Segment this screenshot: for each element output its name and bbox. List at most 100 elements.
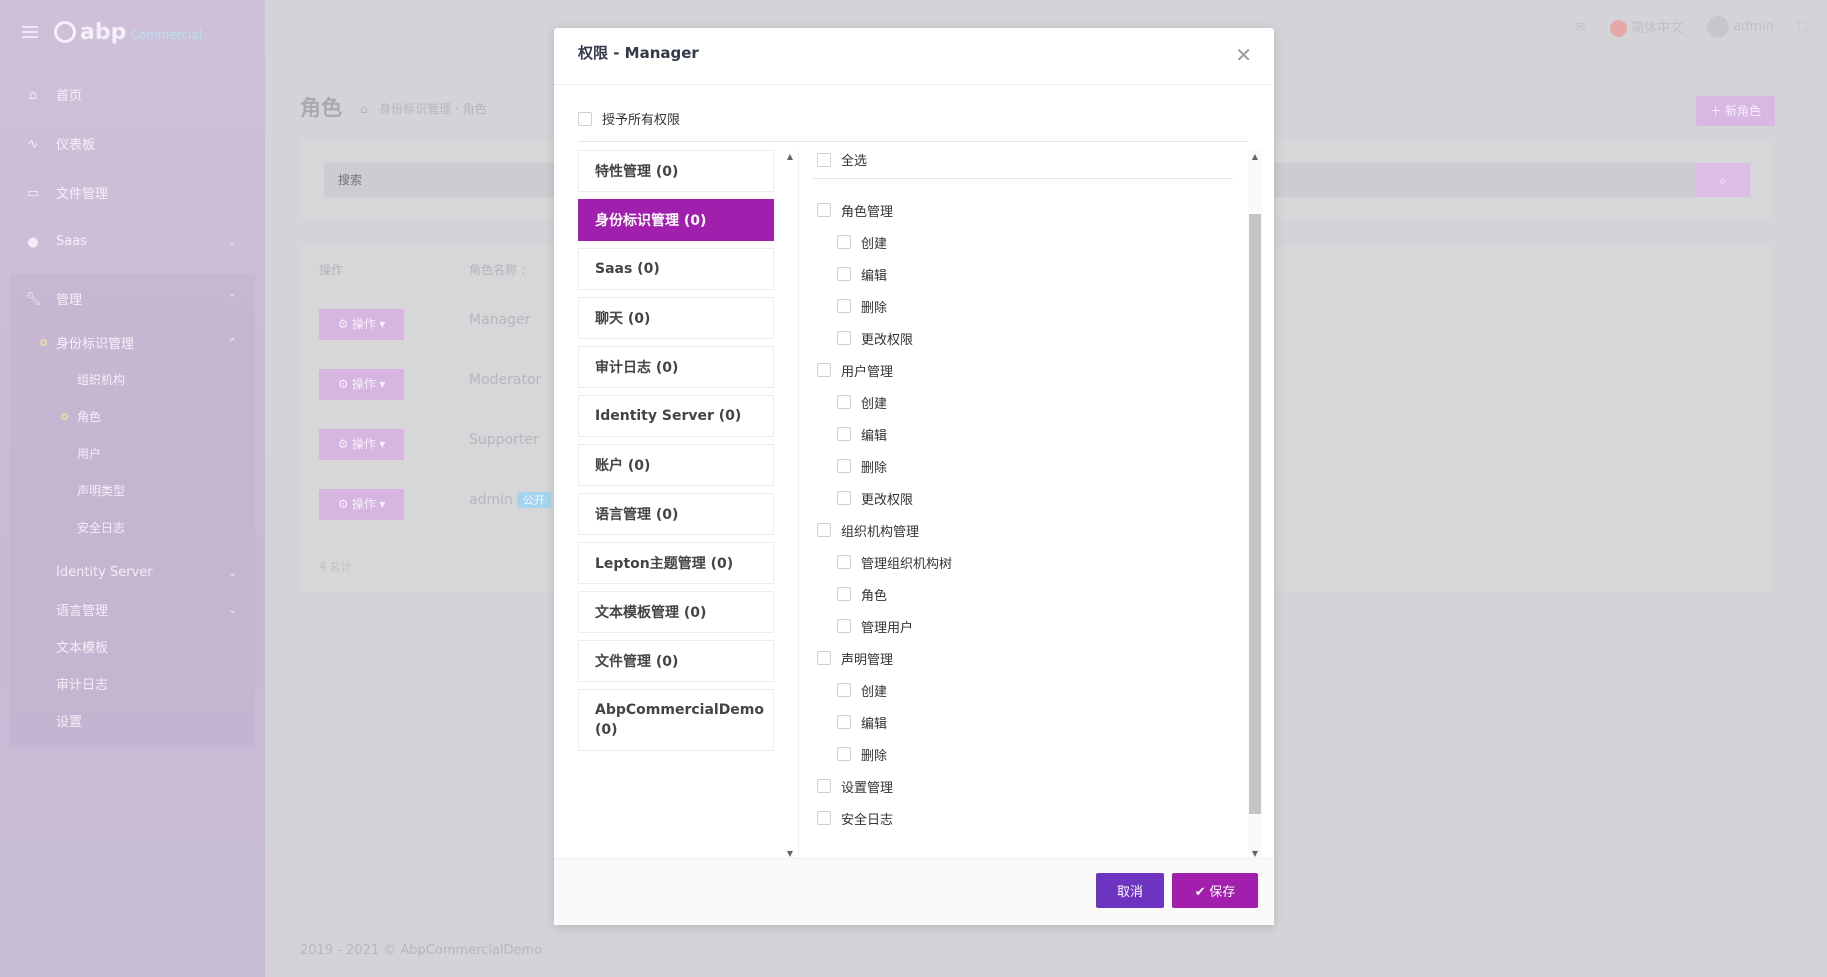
actions-dropdown-button[interactable]: ⚙ 操作 ▾	[319, 369, 404, 400]
permission-checkbox[interactable]	[837, 459, 851, 473]
search-button[interactable]: ⌕	[1696, 163, 1750, 197]
permission-child-item[interactable]: 创建	[817, 226, 952, 258]
save-label: 保存	[1209, 884, 1236, 899]
group-lepton-theme[interactable]: Lepton主题管理 (0)	[578, 542, 774, 584]
permission-checkbox[interactable]	[837, 331, 851, 345]
permission-checkbox[interactable]	[837, 235, 851, 249]
scrollbar-thumb[interactable]	[1249, 214, 1261, 814]
column-header-role-name[interactable]: 角色名称 :	[469, 261, 525, 278]
permission-checkbox[interactable]	[817, 651, 831, 665]
permission-checkbox[interactable]	[817, 363, 831, 377]
scroll-down-icon[interactable]: ▼	[1248, 849, 1262, 858]
permission-child-item[interactable]: 编辑	[817, 418, 952, 450]
select-all[interactable]: 全选	[817, 150, 867, 169]
actions-dropdown-button[interactable]: ⚙ 操作 ▾	[319, 429, 404, 460]
scroll-up-icon[interactable]: ▲	[784, 152, 796, 161]
scroll-down-icon[interactable]: ▼	[784, 849, 796, 858]
permission-child-item[interactable]: 删除	[817, 738, 952, 770]
permission-checkbox[interactable]	[837, 427, 851, 441]
groups-scrollbar[interactable]: ▲ ▼	[784, 150, 796, 860]
menu-toggle-icon[interactable]	[22, 26, 38, 38]
group-saas[interactable]: Saas (0)	[578, 248, 774, 290]
sidebar-item-text-templates[interactable]: 文本模板	[10, 628, 255, 665]
permission-checkbox[interactable]	[817, 779, 831, 793]
permission-checkbox[interactable]	[817, 523, 831, 537]
permission-label: 创建	[861, 396, 888, 412]
group-language-management[interactable]: 语言管理 (0)	[578, 493, 774, 535]
permission-checkbox[interactable]	[817, 203, 831, 217]
permission-child-item[interactable]: 删除	[817, 450, 952, 482]
group-feature-management[interactable]: 特性管理 (0)	[578, 150, 774, 192]
gear-icon: ⚙	[337, 437, 349, 451]
permission-child-item[interactable]: 角色	[817, 578, 952, 610]
sidebar-item-dashboard[interactable]: ∿ 仪表板	[10, 119, 255, 168]
permission-checkbox[interactable]	[817, 811, 831, 825]
sidebar-item-identity[interactable]: 身份标识管理 ⌃	[10, 323, 255, 361]
permission-checkbox[interactable]	[837, 747, 851, 761]
sidebar-item-security-logs[interactable]: 安全日志	[10, 509, 255, 546]
permission-child-item[interactable]: 创建	[817, 386, 952, 418]
permission-checkbox[interactable]	[837, 715, 851, 729]
select-all-checkbox[interactable]	[817, 152, 831, 167]
permission-parent-item[interactable]: 声明管理	[817, 642, 952, 674]
sidebar-item-identity-server[interactable]: Identity Server ⌄	[10, 554, 255, 591]
permission-checkbox[interactable]	[837, 683, 851, 697]
group-identity-management[interactable]: 身份标识管理 (0)	[578, 199, 774, 241]
sidebar-item-administration[interactable]: 🔧︎ 管理 ⌃	[10, 274, 255, 323]
permission-parent-item[interactable]: 安全日志	[817, 802, 952, 834]
actions-dropdown-button[interactable]: ⚙ 操作 ▾	[319, 489, 404, 520]
permission-label: 安全日志	[841, 812, 894, 828]
permission-child-item[interactable]: 管理用户	[817, 610, 952, 642]
permission-checkbox[interactable]	[837, 395, 851, 409]
permission-checkbox[interactable]	[837, 267, 851, 281]
permission-checkbox[interactable]	[837, 491, 851, 505]
language-selector[interactable]: 简体中文	[1610, 17, 1683, 37]
grant-all-permissions[interactable]: 授予所有权限	[578, 109, 680, 128]
permissions-scrollbar[interactable]: ▲ ▼	[1248, 150, 1262, 860]
user-menu[interactable]: admin	[1707, 16, 1774, 38]
group-identity-server[interactable]: Identity Server (0)	[578, 395, 774, 437]
fullscreen-icon[interactable]: ⛶	[1798, 20, 1807, 35]
permission-parent-item[interactable]: 用户管理	[817, 354, 952, 386]
permission-child-item[interactable]: 编辑	[817, 706, 952, 738]
permission-checkbox[interactable]	[837, 587, 851, 601]
group-chat[interactable]: 聊天 (0)	[578, 297, 774, 339]
group-text-templates[interactable]: 文本模板管理 (0)	[578, 591, 774, 633]
sidebar-item-roles[interactable]: 角色	[10, 398, 255, 435]
group-account[interactable]: 账户 (0)	[578, 444, 774, 486]
home-icon[interactable]: ⌂	[360, 102, 368, 116]
sidebar-item-settings[interactable]: 设置	[10, 702, 255, 739]
cancel-button[interactable]: 取消	[1096, 873, 1164, 908]
sidebar-item-audit-logs[interactable]: 审计日志	[10, 665, 255, 702]
actions-dropdown-button[interactable]: ⚙ 操作 ▾	[319, 309, 404, 340]
sidebar-item-users[interactable]: 用户	[10, 435, 255, 472]
sidebar-item-file-management[interactable]: ▭ 文件管理	[10, 168, 255, 217]
scroll-up-icon[interactable]: ▲	[1248, 152, 1262, 161]
sidebar-item-language-management[interactable]: 语言管理 ⌄	[10, 591, 255, 628]
mail-icon[interactable]: ✉	[1575, 20, 1586, 35]
sidebar-item-claim-types[interactable]: 声明类型	[10, 472, 255, 509]
sidebar-item-home[interactable]: ⌂ 首页	[10, 70, 255, 119]
permission-checkbox[interactable]	[837, 619, 851, 633]
permission-parent-item[interactable]: 设置管理	[817, 770, 952, 802]
sidebar-item-organization-units[interactable]: 组织机构	[10, 361, 255, 398]
save-button[interactable]: ✔ 保存	[1172, 873, 1258, 908]
group-abp-commercial-demo[interactable]: AbpCommercialDemo (0)	[578, 689, 774, 751]
grant-all-checkbox[interactable]	[578, 111, 592, 126]
permission-checkbox[interactable]	[837, 555, 851, 569]
permission-parent-item[interactable]: 角色管理	[817, 194, 952, 226]
column-header-actions[interactable]: 操作	[319, 261, 343, 278]
permission-parent-item[interactable]: 组织机构管理	[817, 514, 952, 546]
group-file-management[interactable]: 文件管理 (0)	[578, 640, 774, 682]
permission-child-item[interactable]: 更改权限	[817, 482, 952, 514]
permission-child-item[interactable]: 更改权限	[817, 322, 952, 354]
permission-child-item[interactable]: 创建	[817, 674, 952, 706]
permission-checkbox[interactable]	[837, 299, 851, 313]
permission-child-item[interactable]: 编辑	[817, 258, 952, 290]
close-icon[interactable]: ✕	[1235, 46, 1252, 66]
group-audit-logging[interactable]: 审计日志 (0)	[578, 346, 774, 388]
sidebar-item-saas[interactable]: ● Saas ⌄	[10, 217, 255, 266]
permission-child-item[interactable]: 删除	[817, 290, 952, 322]
permission-child-item[interactable]: 管理组织机构树	[817, 546, 952, 578]
new-role-button[interactable]: ＋ 新角色	[1695, 96, 1775, 126]
